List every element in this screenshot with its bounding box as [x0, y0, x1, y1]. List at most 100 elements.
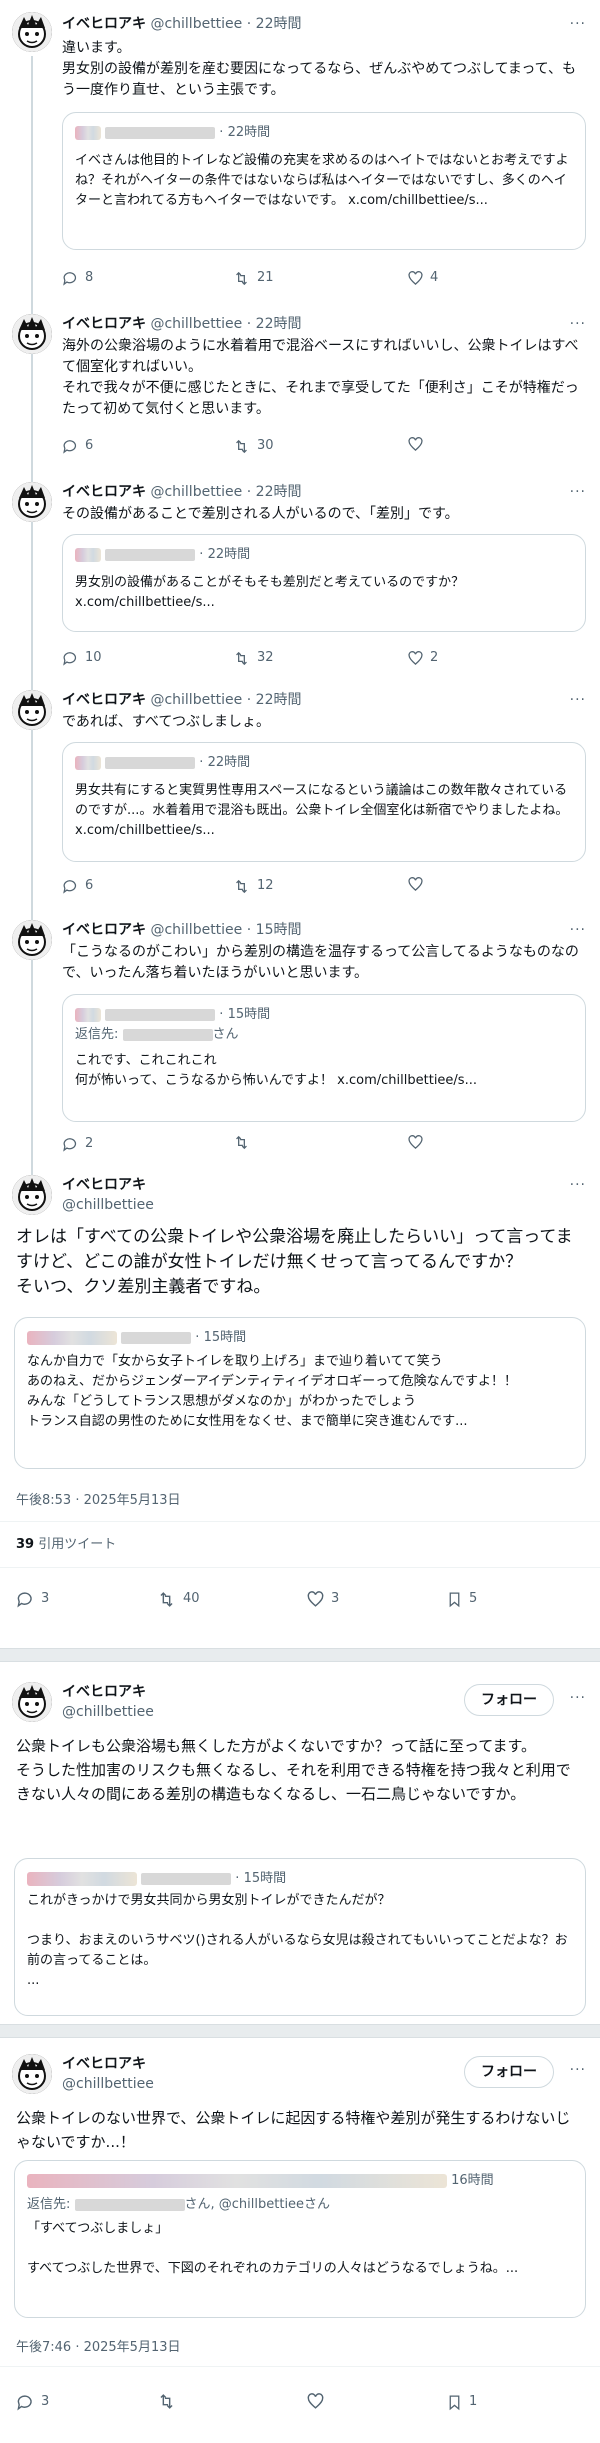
avatar[interactable] [12, 1682, 52, 1722]
author-name[interactable]: イベヒロアキ [62, 692, 146, 708]
bookmark-icon [449, 1591, 460, 1607]
tweet-time[interactable]: 15時間 [256, 922, 302, 938]
retweet-button[interactable]: 30 [232, 436, 274, 456]
blurred-name [105, 1008, 216, 1021]
more-icon[interactable]: ··· [570, 690, 586, 710]
tweet-5[interactable]: イベヒロアキ @chillbettiee · 15時間 ··· 「こうなるのがこ… [0, 910, 600, 1165]
more-icon[interactable]: ··· [570, 482, 586, 502]
quoted-tweet[interactable]: · 15時間 なんか自力で「女から女子トイレを取り上げろ」まで辿り着いてて笑う … [14, 1317, 586, 1469]
follow-button[interactable]: フォロー [464, 1684, 554, 1716]
more-icon[interactable]: ··· [570, 1175, 586, 1195]
retweet-button[interactable]: 12 [232, 876, 274, 896]
tweet-time[interactable]: 22時間 [256, 16, 302, 32]
blurred-avatar [75, 755, 101, 770]
heart-icon [408, 437, 423, 452]
action-bar: 3 1 [16, 2392, 486, 2412]
quoted-tweet[interactable]: · 15時間 返信先: さん これです、これこれこれ 何が怖いって、こうなるから… [62, 994, 586, 1122]
author-handle[interactable]: @chillbettiee [62, 1702, 154, 1722]
like-button[interactable]: 2 [407, 648, 438, 668]
avatar[interactable] [12, 1175, 52, 1215]
reply-button[interactable]: 10 [62, 648, 102, 668]
tweet-second[interactable]: イベヒロアキ @chillbettiee フォロー ··· 公衆トイレも公衆浴場… [0, 1662, 600, 2024]
timestamp[interactable]: 午後8:53 · 2025年5月13日 [16, 1491, 181, 1511]
avatar[interactable] [12, 690, 52, 730]
author-handle[interactable]: @chillbettiee [150, 484, 242, 500]
like-button[interactable] [407, 876, 430, 893]
author-handle[interactable]: @chillbettiee [150, 692, 242, 708]
reply-button[interactable]: 3 [16, 1589, 49, 1609]
more-icon[interactable]: ··· [570, 14, 586, 34]
author-handle[interactable]: @chillbettiee [62, 2074, 154, 2094]
quoted-tweet[interactable]: · 22時間 男女共有にすると実質男性専用スペースになるという議論はこの数年散々… [62, 742, 586, 862]
quote-text: なんか自力で「女から女子トイレを取り上げろ」まで辿り着いてて笑う あのねえ、だか… [27, 1354, 517, 1429]
separator: · [195, 1330, 200, 1345]
more-icon[interactable]: ··· [570, 1688, 586, 1708]
quote-count-label: 引用ツイート [38, 1537, 117, 1552]
author-name[interactable]: イベヒロアキ [62, 316, 146, 332]
timestamp[interactable]: 午後7:46 · 2025年5月13日 [16, 2338, 181, 2358]
like-button[interactable] [407, 1134, 430, 1151]
avatar[interactable] [12, 2054, 52, 2094]
tweet-header: イベヒロアキ @chillbettiee · 22時間 [62, 314, 301, 334]
tweet-time[interactable]: 22時間 [256, 484, 302, 500]
tweet-header: イベヒロアキ @chillbettiee [62, 1682, 154, 1722]
retweet-button[interactable]: 21 [232, 268, 274, 288]
author-handle[interactable]: @chillbettiee [150, 16, 242, 32]
reply-to-prefix: 返信先: [75, 1027, 123, 1042]
heart-icon [307, 2393, 324, 2409]
retweet-button[interactable] [232, 1134, 257, 1151]
author-name[interactable]: イベヒロアキ [62, 2054, 154, 2074]
author-name[interactable]: イベヒロアキ [62, 922, 146, 938]
avatar[interactable] [12, 314, 52, 354]
separator: · [246, 922, 252, 938]
quote-count-link[interactable]: 39 引用ツイート [16, 1535, 116, 1555]
bookmark-button[interactable]: 5 [446, 1589, 477, 1609]
like-button[interactable] [306, 2392, 331, 2411]
retweet-button[interactable]: 40 [156, 1589, 200, 1609]
tweet-time[interactable]: 22時間 [256, 692, 302, 708]
retweet-count: 40 [183, 1591, 200, 1606]
like-button[interactable]: 4 [407, 268, 438, 288]
quoted-tweet[interactable]: · 15時間 これがきっかけで男女共同から男女別トイレができたんだが？ つまり、… [14, 1858, 586, 2016]
tweet-time[interactable]: 22時間 [256, 316, 302, 332]
bookmark-button[interactable]: 1 [446, 2392, 477, 2412]
reply-button[interactable]: 2 [62, 1134, 93, 1154]
author-handle[interactable]: @chillbettiee [150, 922, 242, 938]
avatar[interactable] [12, 12, 52, 52]
author-handle[interactable]: @chillbettiee [62, 1195, 154, 1215]
like-button[interactable]: 3 [306, 1589, 339, 1609]
author-name[interactable]: イベヒロアキ [62, 1682, 154, 1702]
author-name[interactable]: イベヒロアキ [62, 16, 146, 32]
more-icon[interactable]: ··· [570, 920, 586, 940]
avatar[interactable] [12, 920, 52, 960]
retweet-button[interactable]: 32 [232, 648, 274, 668]
retweet-icon [160, 2394, 173, 2409]
reply-button[interactable]: 6 [62, 876, 93, 896]
avatar[interactable] [12, 482, 52, 522]
separator: · [199, 755, 204, 770]
quote-time: 15時間 [243, 1871, 287, 1886]
reply-button[interactable]: 6 [62, 436, 93, 456]
action-bar: 6 12 [62, 876, 482, 896]
action-bar: 8 21 4 [62, 268, 482, 288]
more-icon[interactable]: ··· [570, 2060, 586, 2080]
quoted-tweet[interactable]: · 22時間 イベさんは他目的トイレなど設備の充実を求めるのはヘイトではないとお… [62, 112, 586, 250]
author-name[interactable]: イベヒロアキ [62, 484, 146, 500]
tweet-third[interactable]: イベヒロアキ @chillbettiee フォロー ··· 公衆トイレのない世界… [0, 2038, 600, 2443]
reply-button[interactable]: 3 [16, 2392, 49, 2412]
follow-button[interactable]: フォロー [464, 2056, 554, 2088]
quote-time: 15時間 [203, 1330, 247, 1345]
author-name[interactable]: イベヒロアキ [62, 1175, 154, 1195]
quoted-tweet[interactable]: 16時間 返信先: さん, @chillbettieeさん 「すべてつぶしましょ… [14, 2160, 586, 2318]
like-button[interactable] [407, 436, 430, 453]
retweet-button[interactable] [156, 2392, 183, 2411]
action-bar: 10 32 2 [62, 648, 482, 668]
tweet-1[interactable]: イベヒロアキ @chillbettiee · 22時間 ··· 違います。 男女… [0, 0, 600, 300]
author-handle[interactable]: @chillbettiee [150, 316, 242, 332]
more-icon[interactable]: ··· [570, 314, 586, 334]
tweet-3[interactable]: イベヒロアキ @chillbettiee · 22時間 ··· その設備があるこ… [0, 470, 600, 680]
quoted-tweet[interactable]: · 22時間 男女別の設備があることがそもそも差別だと考えているのですか？ x.… [62, 534, 586, 632]
reply-button[interactable]: 8 [62, 268, 93, 288]
tweet-2[interactable]: イベヒロアキ @chillbettiee · 22時間 ··· 海外の公衆浴場の… [0, 300, 600, 470]
tweet-4[interactable]: イベヒロアキ @chillbettiee · 22時間 ··· であれば、すべて… [0, 680, 600, 910]
